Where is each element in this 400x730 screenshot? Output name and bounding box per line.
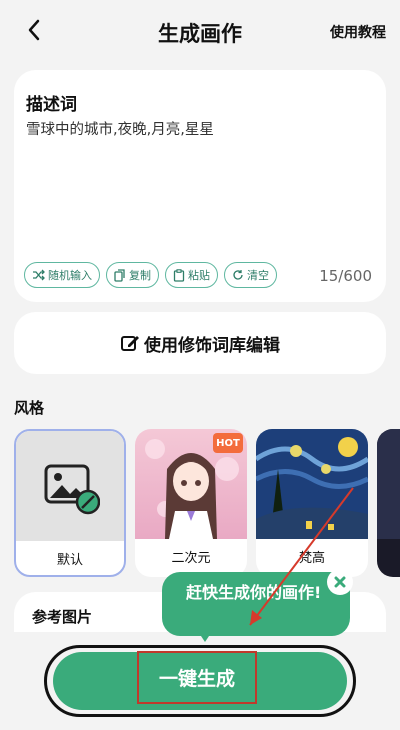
description-card: 描述词 雪球中的城市,夜晚,月亮,星星 随机输入 复制 粘贴 清空 15/600 (14, 70, 386, 302)
style-item-van-gogh[interactable]: 梵高 (256, 429, 368, 577)
style-thumb-next (377, 429, 400, 539)
paste-label: 粘贴 (188, 269, 210, 282)
generate-highlight-box: 一键生成 (137, 651, 257, 704)
close-icon (334, 576, 346, 588)
modifier-library-button[interactable]: 使用修饰词库编辑 (14, 312, 386, 374)
chevron-left-icon (28, 19, 40, 41)
style-section-label: 风格 (14, 399, 45, 417)
style-thumb-van-gogh (256, 429, 368, 539)
description-actions: 随机输入 复制 粘贴 清空 (24, 262, 277, 288)
copy-button[interactable]: 复制 (106, 262, 159, 288)
generate-button-label: 一键生成 (158, 668, 235, 690)
copy-icon (114, 268, 125, 282)
tooltip-bubble: 赶快生成你的画作! (162, 572, 350, 636)
description-input[interactable]: 雪球中的城市,夜晚,月亮,星星 (26, 118, 214, 139)
random-input-button[interactable]: 随机输入 (24, 262, 100, 288)
style-name-anime: 二次元 (171, 551, 211, 566)
tooltip-close-button[interactable] (327, 569, 353, 595)
tooltip-tail (197, 630, 213, 642)
style-name-van-gogh: 梵高 (298, 551, 325, 566)
hot-badge: HOT (213, 433, 243, 453)
edit-icon (121, 336, 139, 351)
copy-label: 复制 (129, 269, 151, 282)
tutorial-link[interactable]: 使用教程 (330, 22, 386, 42)
clear-button[interactable]: 清空 (224, 262, 277, 288)
paste-button[interactable]: 粘贴 (165, 262, 218, 288)
character-counter: 15/600 (319, 267, 372, 285)
back-button[interactable] (20, 16, 48, 44)
modifier-library-label: 使用修饰词库编辑 (144, 335, 280, 356)
style-thumb-default (16, 431, 124, 541)
style-item-anime[interactable]: HOT 二次元 (135, 429, 247, 577)
image-placeholder-icon (44, 464, 100, 515)
paste-icon (173, 268, 185, 282)
style-thumb-anime: HOT (135, 429, 247, 539)
shuffle-icon (33, 269, 45, 281)
description-label: 描述词 (26, 95, 77, 115)
style-carousel[interactable]: 默认 HOT 二次元 梵高 (14, 429, 400, 579)
starry-night-illustration (256, 437, 368, 539)
style-item-default[interactable]: 默认 (14, 429, 126, 577)
clear-label: 清空 (247, 269, 269, 282)
style-name-default: 默认 (56, 553, 83, 568)
random-input-label: 随机输入 (48, 269, 92, 282)
style-item-next[interactable] (377, 429, 400, 577)
reference-image-label: 参考图片 (32, 608, 93, 626)
header-bar: 生成画作 使用教程 (0, 0, 400, 60)
tooltip-text: 赶快生成你的画作! (186, 583, 322, 602)
refresh-icon (233, 270, 243, 280)
